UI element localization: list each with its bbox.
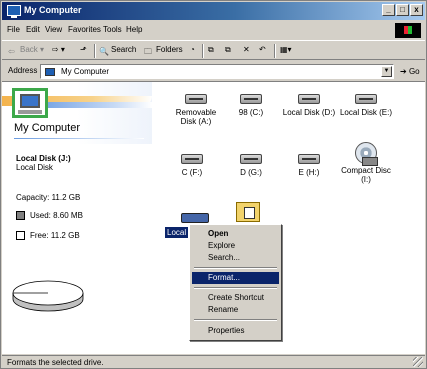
- address-value: My Computer: [61, 67, 110, 76]
- monitor-icon: [20, 94, 40, 108]
- folders-icon: 🗀: [144, 47, 152, 56]
- banner-swoosh: [32, 102, 152, 108]
- drive-item-e[interactable]: Local Disk (E:): [339, 94, 393, 117]
- menu-view[interactable]: View: [45, 25, 62, 34]
- search-icon: 🔍: [99, 47, 109, 56]
- context-menu: Open Explore Search... Format... Create …: [189, 224, 282, 341]
- up-folder-icon[interactable]: ⬏: [80, 45, 87, 54]
- folders-button[interactable]: 🗀 Folders: [144, 45, 183, 56]
- window-title: My Computer: [24, 5, 82, 15]
- menu-edit[interactable]: Edit: [26, 25, 40, 34]
- disk-usage-pie-chart: [12, 280, 84, 312]
- views-icon[interactable]: ▦▾: [280, 45, 292, 54]
- minimize-button[interactable]: _: [382, 4, 395, 16]
- maximize-button[interactable]: □: [396, 4, 409, 16]
- toolbar-divider: [274, 44, 276, 58]
- go-arrow-icon: ➔: [400, 67, 407, 76]
- menu-help[interactable]: Help: [126, 25, 142, 34]
- go-button[interactable]: ➔ Go: [400, 67, 420, 76]
- selected-drive-icon[interactable]: [181, 213, 209, 223]
- details-pane: My Computer Local Disk (J:) Local Disk C…: [2, 82, 152, 355]
- copy-to-icon[interactable]: ⧉: [225, 45, 231, 55]
- hard-drive-icon: [298, 94, 320, 104]
- pane-heading: My Computer: [14, 122, 81, 134]
- free-legend: Free: 11.2 GB: [16, 231, 80, 240]
- history-icon[interactable]: ◔: [190, 45, 195, 54]
- address-label: Address: [8, 66, 38, 75]
- toolbar-divider: [202, 44, 204, 58]
- keyboard-icon: [18, 110, 42, 114]
- status-text: Formats the selected drive.: [7, 358, 104, 367]
- used-swatch: [16, 211, 25, 220]
- menu-open[interactable]: Open: [192, 228, 279, 240]
- standard-toolbar: ⇦ Back ▾ ⇨ ▾ ⬏ 🔍 Search 🗀 Folders ◔ ⧉ ⧉ ✕ ↶…: [2, 40, 425, 60]
- selected-drive-title: Local Disk (J:): [16, 154, 71, 163]
- resize-grip-icon[interactable]: [413, 357, 423, 367]
- used-legend: Used: 8.60 MB: [16, 211, 83, 220]
- shared-folder-icon[interactable]: [236, 202, 260, 222]
- toolbar-divider: [94, 44, 96, 58]
- address-dropdown-button[interactable]: ▼: [381, 66, 392, 77]
- windows-logo-icon: [395, 23, 421, 38]
- menu-properties[interactable]: Properties: [192, 325, 279, 337]
- menu-file[interactable]: File: [7, 25, 20, 34]
- selected-drive-type: Local Disk: [16, 163, 53, 172]
- menu-separator: [194, 319, 277, 321]
- free-swatch: [16, 231, 25, 240]
- header-banner: My Computer: [2, 82, 152, 144]
- back-arrow-icon: ⇦: [8, 47, 15, 56]
- address-field[interactable]: My Computer ▼: [40, 64, 394, 79]
- window-controls: _ □ x: [382, 4, 423, 16]
- menu-separator: [194, 267, 277, 269]
- hard-drive-icon: [240, 94, 262, 104]
- computer-icon: [7, 5, 21, 18]
- drive-item-i[interactable]: Compact Disc (I:): [339, 142, 393, 184]
- drive-item-f[interactable]: C (F:): [165, 154, 219, 177]
- menu-favorites[interactable]: Favorites: [68, 25, 101, 34]
- drive-item-d[interactable]: Local Disk (D:): [282, 94, 336, 117]
- menu-explore[interactable]: Explore: [192, 240, 279, 252]
- heading-rule: [14, 138, 144, 139]
- menu-create-shortcut[interactable]: Create Shortcut: [192, 292, 279, 304]
- menu-bar: File Edit View Favorites Tools Help: [2, 22, 425, 38]
- menu-rename[interactable]: Rename: [192, 304, 279, 316]
- computer-icon: [45, 68, 55, 76]
- my-computer-window: My Computer _ □ x File Edit View Favorit…: [0, 0, 427, 369]
- menu-search[interactable]: Search...: [192, 252, 279, 264]
- close-button[interactable]: x: [410, 4, 423, 16]
- delete-icon[interactable]: ✕: [243, 45, 250, 54]
- drive-item-c[interactable]: 98 (C:): [224, 94, 278, 117]
- forward-button[interactable]: ⇨ ▾: [52, 45, 65, 54]
- undo-icon[interactable]: ↶: [259, 45, 266, 54]
- floppy-drive-icon: [185, 94, 207, 104]
- drive-item-a[interactable]: Removable Disk (A:): [169, 94, 223, 126]
- menu-tools[interactable]: Tools: [103, 25, 122, 34]
- hard-drive-icon: [298, 154, 320, 164]
- move-to-icon[interactable]: ⧉: [208, 45, 214, 55]
- menu-format[interactable]: Format...: [192, 272, 279, 284]
- title-bar[interactable]: My Computer _ □ x: [2, 2, 425, 20]
- search-button[interactable]: 🔍 Search: [99, 45, 136, 57]
- drive-item-h[interactable]: E (H:): [282, 154, 336, 177]
- hard-drive-icon: [355, 94, 377, 104]
- back-button[interactable]: ⇦ Back ▾: [8, 45, 44, 57]
- status-bar: Formats the selected drive.: [2, 355, 425, 368]
- selected-drive-label[interactable]: Local: [165, 227, 189, 238]
- hard-drive-icon: [181, 154, 203, 164]
- drive-item-g[interactable]: D (G:): [224, 154, 278, 177]
- menu-separator: [194, 287, 277, 289]
- cd-drive-icon: [355, 142, 378, 166]
- address-bar: Address My Computer ▼ ➔ Go: [2, 62, 425, 80]
- hard-drive-icon: [240, 154, 262, 164]
- capacity-text: Capacity: 11.2 GB: [16, 193, 81, 202]
- my-computer-icon: [12, 88, 48, 118]
